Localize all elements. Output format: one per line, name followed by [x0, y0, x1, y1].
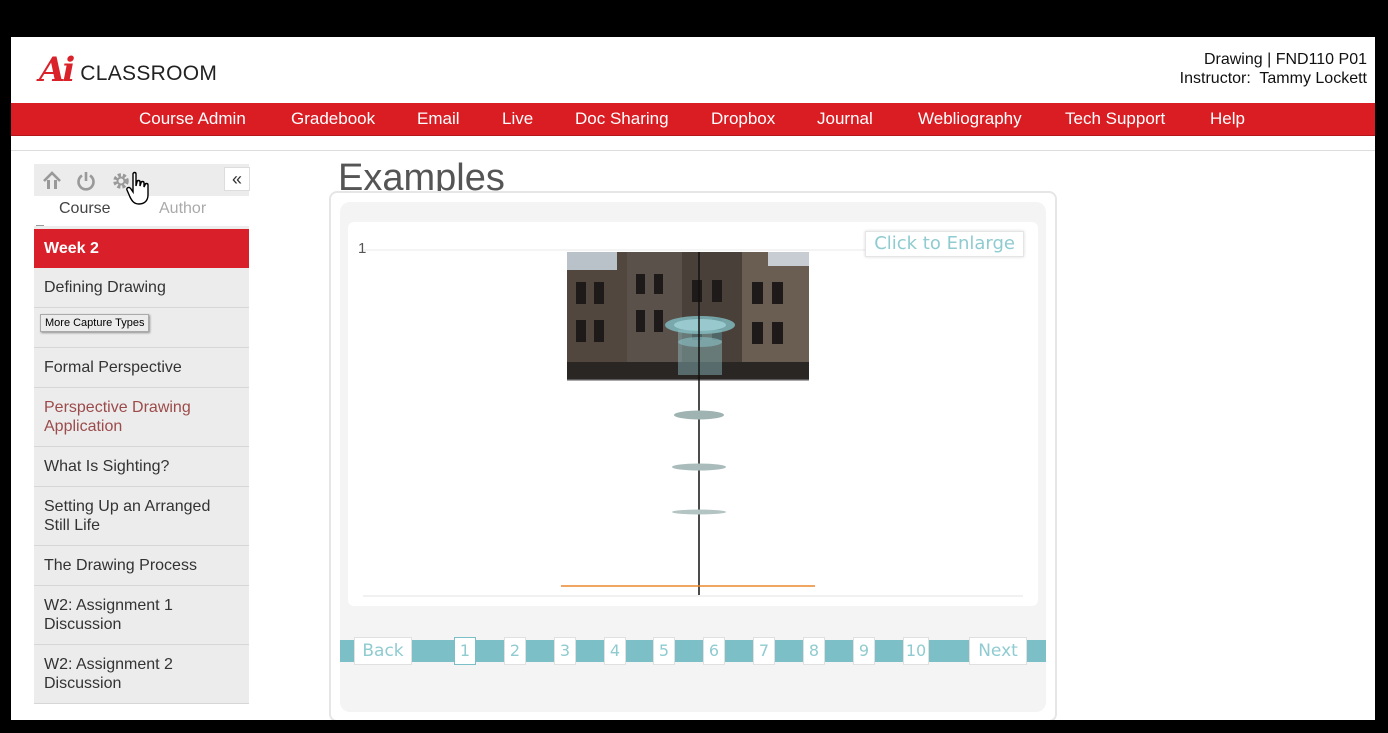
click-to-enlarge-button[interactable]: Click to Enlarge [865, 231, 1024, 257]
sidebar-item-defining-drawing[interactable]: Defining Drawing [34, 268, 249, 308]
sidebar-list: Defining Drawing Still Life More Capture… [34, 268, 249, 704]
next-button[interactable]: Next [969, 637, 1027, 665]
home-icon[interactable] [41, 170, 63, 192]
tab-author[interactable]: Author [159, 200, 206, 218]
nav-email[interactable]: Email [417, 103, 460, 135]
page-7-button[interactable]: 7 [753, 637, 775, 665]
collapse-sidebar-button[interactable]: « [224, 167, 250, 191]
sidebar-item-w2-assignment-1[interactable]: W2: Assignment 1 Discussion [34, 586, 249, 645]
page-2-button[interactable]: 2 [504, 637, 526, 665]
app-window: Ai CLASSROOM Drawing | FND110 P01 Instru… [11, 37, 1375, 720]
page-4-button[interactable]: 4 [604, 637, 626, 665]
hand-cursor-icon [126, 171, 149, 205]
nav-gradebook[interactable]: Gradebook [291, 103, 375, 135]
slide-canvas: 1 Click to Enlarge [348, 222, 1038, 606]
page-9-button[interactable]: 9 [853, 637, 875, 665]
page-8-button[interactable]: 8 [803, 637, 825, 665]
course-sidebar: « Course Author Week 2 Defining Drawing … [34, 164, 250, 704]
nav-help[interactable]: Help [1210, 103, 1245, 135]
nav-tech-support[interactable]: Tech Support [1065, 103, 1165, 135]
tab-course[interactable]: Course [59, 200, 111, 218]
week-header[interactable]: Week 2 [34, 229, 249, 268]
logo-text: CLASSROOM [80, 62, 218, 85]
capture-types-tooltip: More Capture Types [40, 314, 150, 332]
power-icon[interactable] [75, 170, 97, 192]
page-10-button[interactable]: 10 [903, 637, 929, 665]
ai-classroom-logo[interactable]: Ai CLASSROOM [39, 51, 217, 87]
page-1-button[interactable]: 1 [454, 637, 476, 665]
nav-course-admin[interactable]: Course Admin [139, 103, 246, 135]
sidebar-item-arranged-still-life[interactable]: Setting Up an Arranged Still Life [34, 487, 249, 546]
nav-webliography[interactable]: Webliography [918, 103, 1022, 135]
logo-mark: Ai [39, 50, 75, 90]
nav-journal[interactable]: Journal [817, 103, 873, 135]
page-5-button[interactable]: 5 [653, 637, 675, 665]
slide-viewer: 1 Click to Enlarge Back 1 2 3 4 5 6 7 8 … [329, 191, 1057, 720]
nav-live[interactable]: Live [502, 103, 533, 135]
sidebar-item-formal-perspective[interactable]: Formal Perspective [34, 348, 249, 388]
page-3-button[interactable]: 3 [554, 637, 576, 665]
nav-dropbox[interactable]: Dropbox [711, 103, 775, 135]
main-nav: Course Admin Gradebook Email Live Doc Sh… [11, 103, 1375, 136]
perspective-diagram [363, 249, 1023, 597]
tab-indicator [36, 225, 44, 226]
nav-doc-sharing[interactable]: Doc Sharing [575, 103, 669, 135]
sidebar-item-w2-assignment-2[interactable]: W2: Assignment 2 Discussion [34, 645, 249, 704]
sidebar-item-still-life[interactable]: Still Life More Capture Types [34, 308, 249, 348]
instructor-name: Instructor: Tammy Lockett [1179, 70, 1367, 87]
page-6-button[interactable]: 6 [703, 637, 725, 665]
header-divider [11, 150, 1375, 151]
back-button[interactable]: Back [354, 637, 412, 665]
slide-pager: Back 1 2 3 4 5 6 7 8 9 10 Next [340, 637, 1046, 665]
sidebar-item-drawing-process[interactable]: The Drawing Process [34, 546, 249, 586]
sidebar-item-perspective-drawing-application[interactable]: Perspective Drawing Application [34, 388, 249, 447]
sidebar-item-what-is-sighting[interactable]: What Is Sighting? [34, 447, 249, 487]
course-info: Drawing | FND110 P01 Instructor: Tammy L… [1180, 50, 1367, 88]
slide-viewer-inner: 1 Click to Enlarge Back 1 2 3 4 5 6 7 8 … [340, 202, 1046, 712]
course-title: Drawing | FND110 P01 [1203, 51, 1367, 68]
